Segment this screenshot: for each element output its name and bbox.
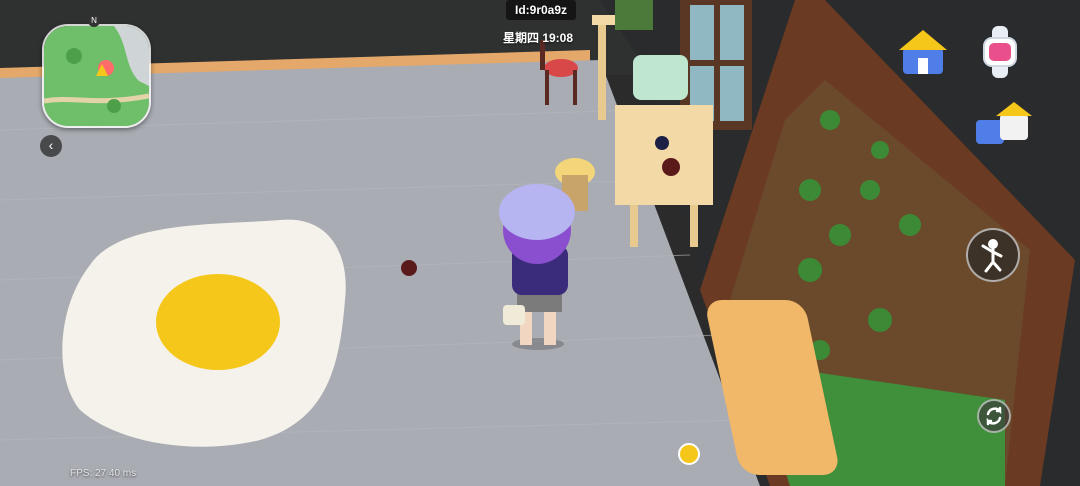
day-time: 星期四 19:08 bbox=[503, 31, 574, 45]
back-button[interactable]: ‹ bbox=[40, 135, 62, 157]
sink bbox=[633, 55, 688, 100]
house-icon bbox=[899, 30, 947, 74]
smartwatch-icon bbox=[983, 26, 1017, 78]
game-viewport[interactable]: N ‹ Id:9r0a9z 星期四 19:08 FPS: 27 40 ms bbox=[0, 0, 1080, 486]
chevron-left-icon: ‹ bbox=[48, 137, 54, 153]
mat-coin bbox=[678, 443, 700, 465]
swap-arrows-icon bbox=[986, 406, 1002, 426]
swap-button[interactable] bbox=[977, 399, 1011, 433]
table bbox=[615, 105, 713, 205]
fps-counter: FPS: 27 40 ms bbox=[70, 468, 137, 479]
house-button[interactable] bbox=[895, 24, 951, 80]
dance-figure-icon bbox=[981, 239, 1003, 273]
watch-button[interactable] bbox=[972, 24, 1028, 80]
furniture-shop-button[interactable] bbox=[972, 100, 1032, 150]
furniture-shop-icon bbox=[976, 102, 1032, 144]
ball bbox=[401, 260, 417, 276]
emote-button[interactable] bbox=[966, 228, 1020, 282]
compass-north: N bbox=[88, 15, 100, 27]
egg-yolk bbox=[156, 274, 280, 370]
player-id: Id:9r0a9z bbox=[506, 0, 576, 20]
minimap[interactable] bbox=[42, 24, 151, 128]
chair bbox=[544, 59, 578, 77]
